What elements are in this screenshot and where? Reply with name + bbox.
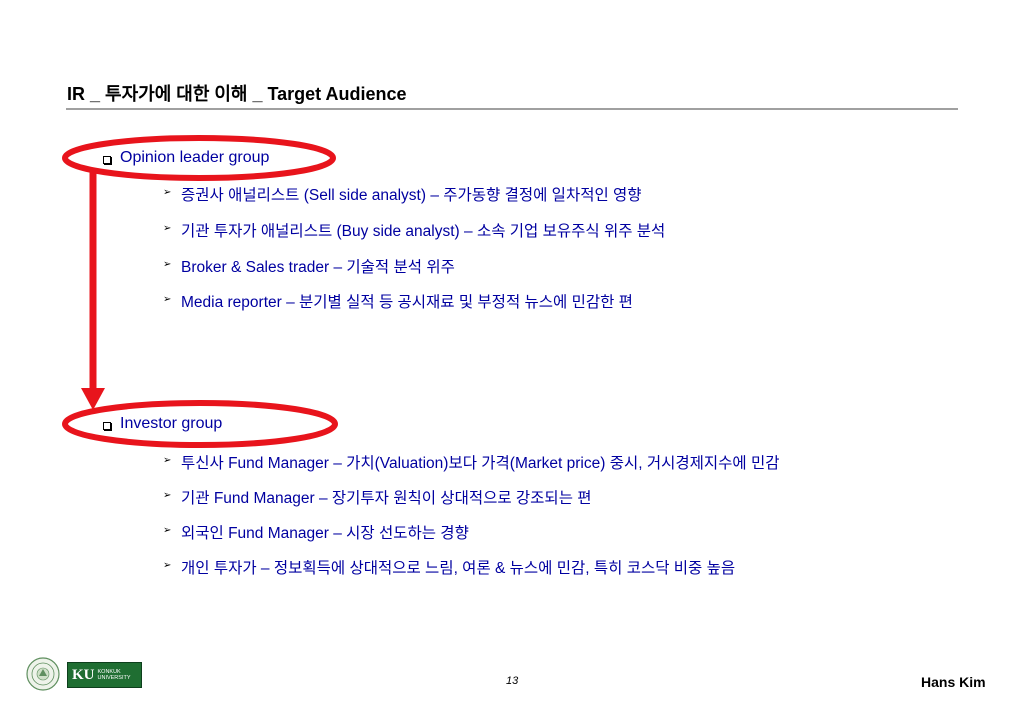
logo-sub-university: UNIVERSITY — [97, 675, 131, 681]
opinion-leader-highlight-ellipse — [62, 135, 336, 181]
konkuk-university-logo: KU KONKUK UNIVERSITY — [67, 662, 142, 688]
highlight-overlay — [62, 135, 338, 448]
logo-ku-text: KU — [72, 666, 95, 683]
page-number: 13 — [506, 675, 519, 687]
author-name: Hans Kim — [921, 674, 986, 690]
university-seal-icon — [26, 657, 60, 691]
investor-highlight-ellipse — [62, 400, 338, 448]
